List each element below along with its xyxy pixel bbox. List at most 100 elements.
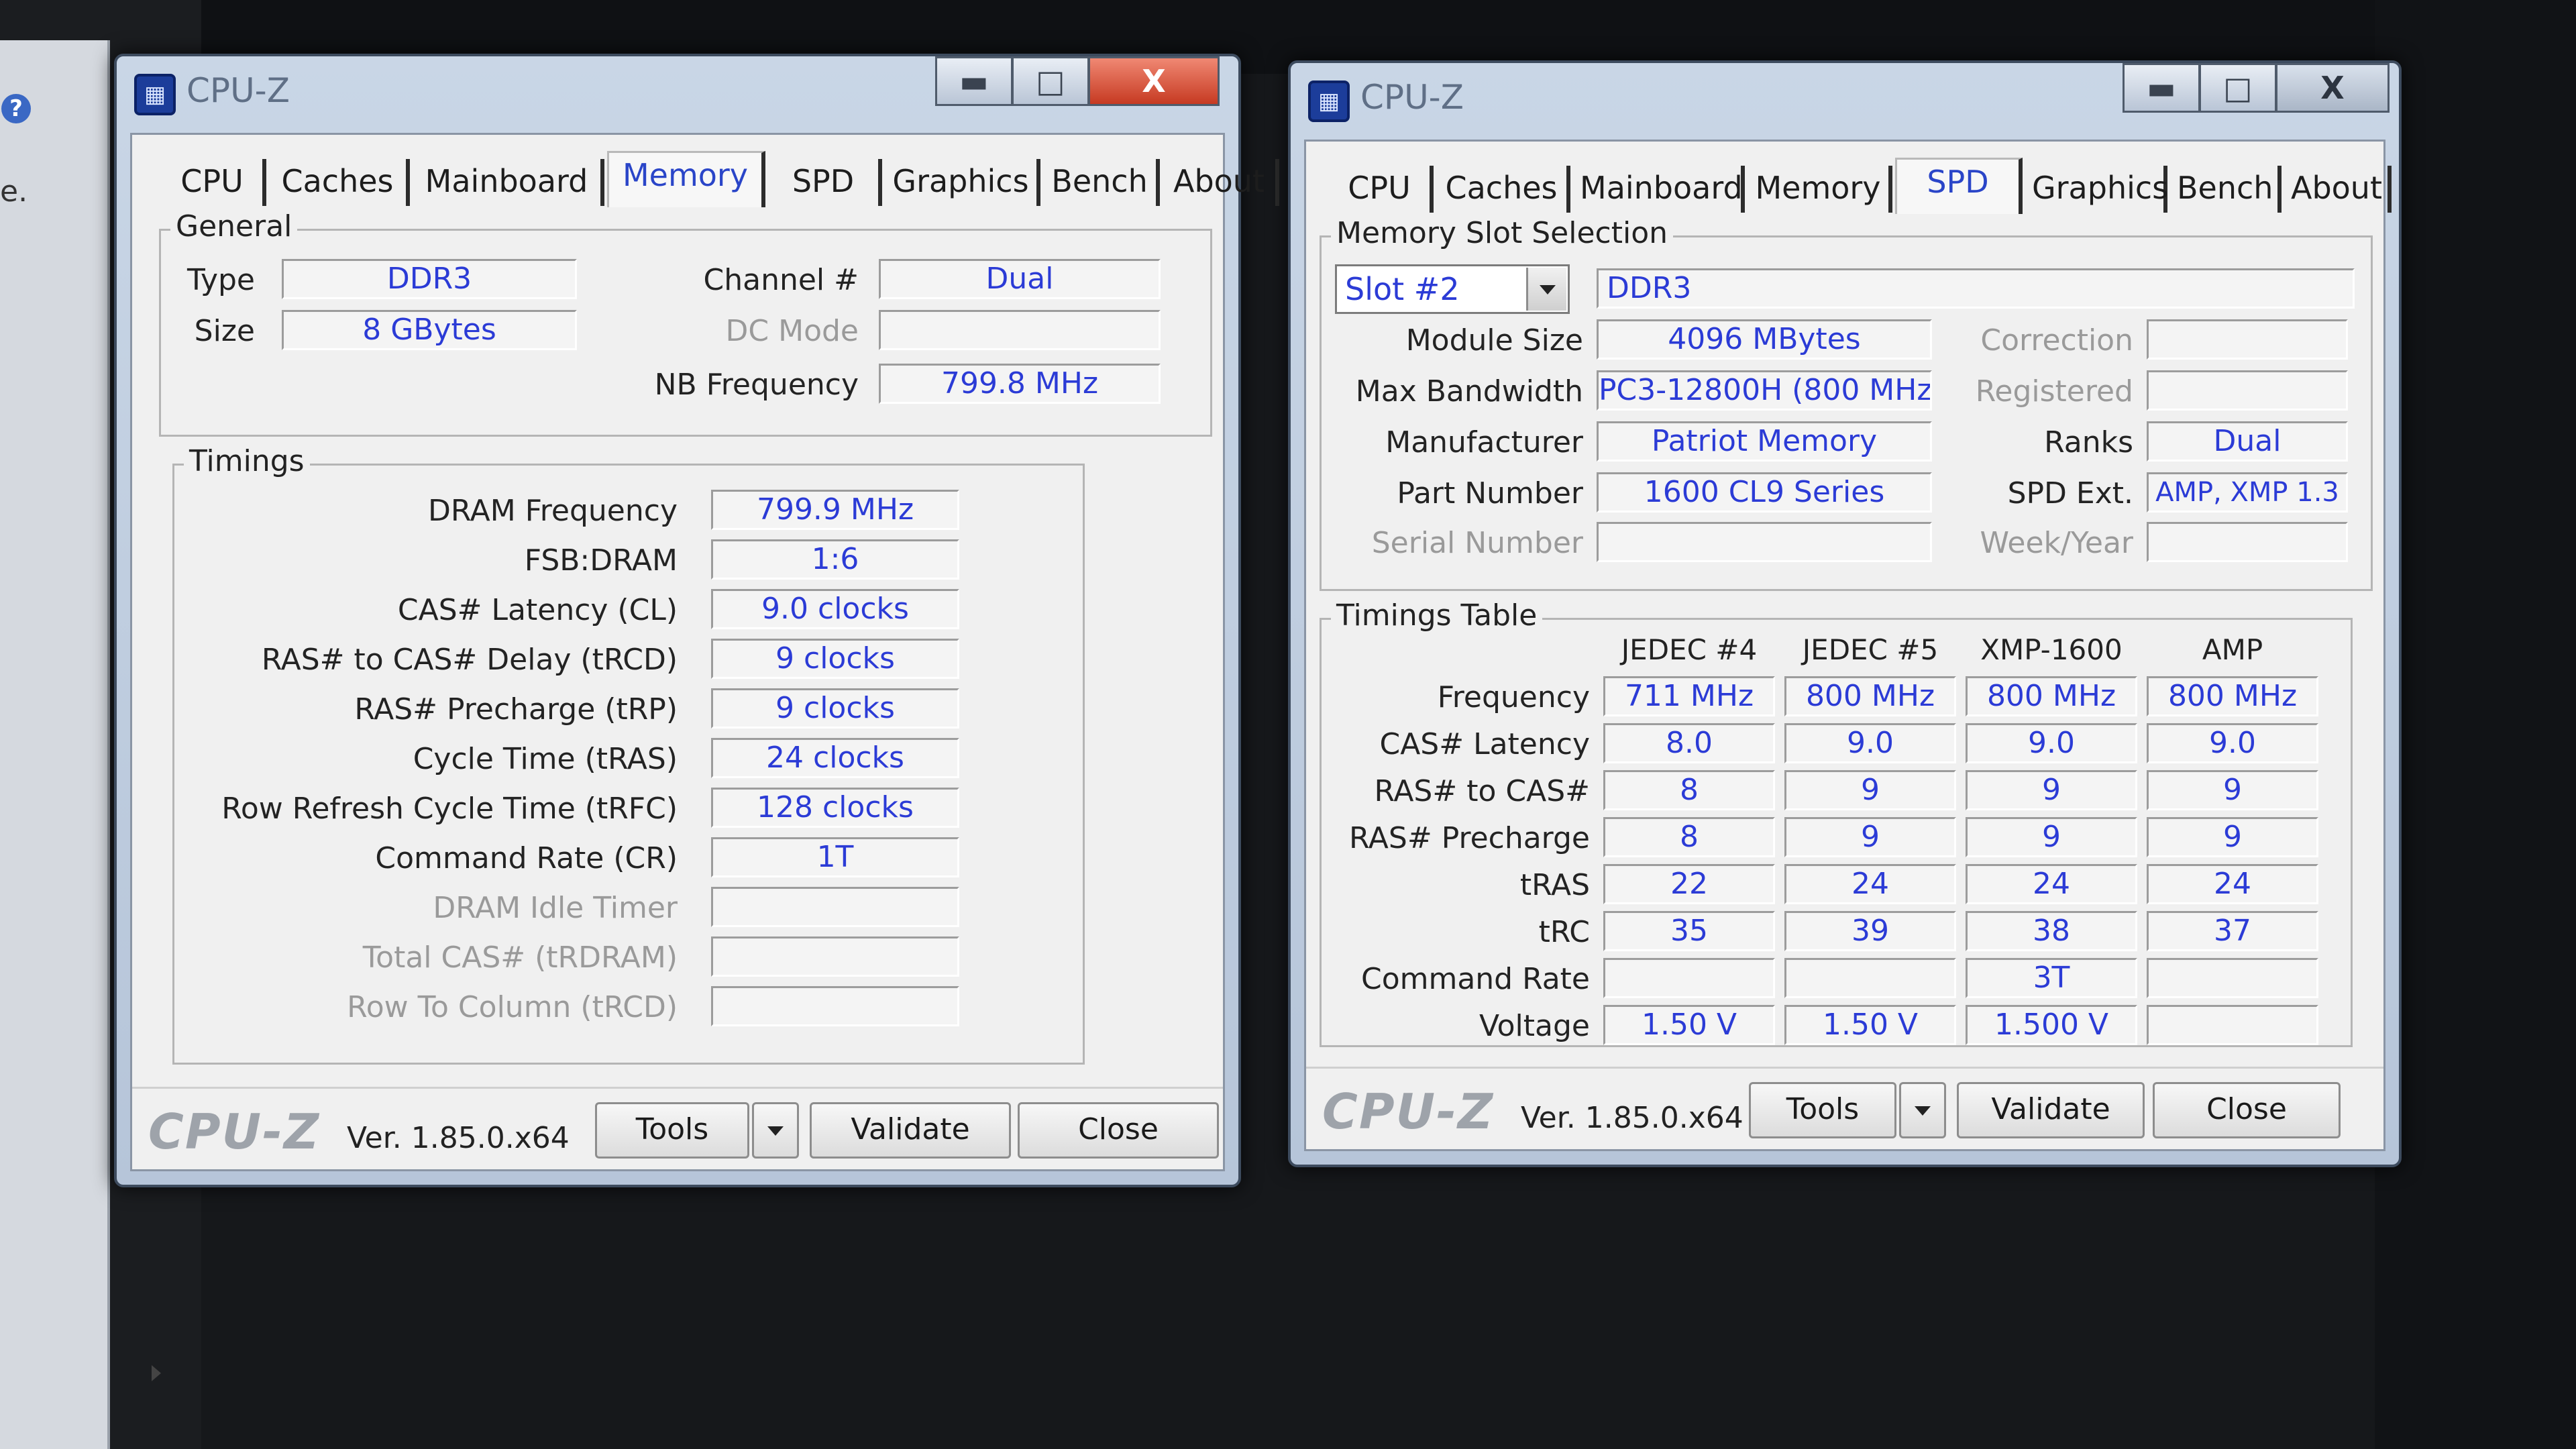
timing-table-label: CAS# Latency	[1379, 727, 1590, 761]
slot-select[interactable]: Slot #2	[1335, 264, 1570, 314]
timing-table-cell: 1.50 V	[1603, 1005, 1775, 1045]
timing-label: FSB:DRAM	[524, 543, 678, 578]
correction-label: Correction	[1980, 323, 2133, 358]
timing-table-cell: 38	[1966, 911, 2137, 951]
timing-value: 24 clocks	[711, 738, 959, 778]
timings-group-title: Timings	[184, 444, 310, 478]
cpuz-window-spd: ▦ CPU-Z ▬ □ X CPU Caches Mainboard Memor…	[1288, 60, 2402, 1167]
tab-memory[interactable]: Memory	[1748, 166, 1892, 213]
minimize-button[interactable]: ▬	[2123, 63, 2200, 113]
tab-bench[interactable]: Bench	[1043, 159, 1160, 206]
cpuz-app-icon: ▦	[1308, 80, 1350, 122]
timing-table-cell: 9.0	[1966, 723, 2137, 763]
timing-table-label: Frequency	[1437, 680, 1590, 714]
registered-label: Registered	[1975, 374, 2133, 409]
tab-graphics[interactable]: Graphics	[885, 159, 1040, 206]
tab-cpu[interactable]: CPU	[1329, 166, 1434, 213]
close-button[interactable]: Close	[2153, 1082, 2341, 1138]
timing-value: 9 clocks	[711, 688, 959, 729]
tab-cpu[interactable]: CPU	[162, 159, 266, 206]
title-bar[interactable]: ▦ CPU-Z ▬ □ X	[1291, 63, 2399, 137]
serial-number-label: Serial Number	[1371, 526, 1583, 560]
timing-label: Row Refresh Cycle Time (tRFC)	[221, 792, 678, 826]
spd-ext-label: SPD Ext.	[2007, 476, 2133, 511]
tab-spd[interactable]: SPD	[768, 159, 882, 206]
title-bar[interactable]: ▦ CPU-Z ▬ □ X	[117, 56, 1238, 130]
timing-table-cell: 1.500 V	[1966, 1005, 2137, 1045]
timing-table-cell: 9.0	[1784, 723, 1956, 763]
chevron-down-icon	[1915, 1106, 1931, 1116]
timing-table-cell: 9	[2147, 770, 2318, 810]
channel-label: Channel #	[703, 263, 859, 297]
slot-select-value: Slot #2	[1345, 271, 1460, 307]
timing-table-cell: 711 MHz	[1603, 676, 1775, 716]
timing-table-cell: 37	[2147, 911, 2318, 951]
footer-bar: CPU-Z Ver. 1.85.0.x64 Tools Validate Clo…	[132, 1087, 1223, 1169]
validate-button[interactable]: Validate	[1957, 1082, 2145, 1138]
tab-graphics[interactable]: Graphics	[2025, 166, 2168, 213]
column-header: JEDEC #5	[1802, 633, 1939, 666]
timing-table-cell: 24	[2147, 864, 2318, 904]
timing-table-label: Voltage	[1479, 1009, 1590, 1043]
tab-about[interactable]: About	[2284, 166, 2392, 213]
tab-spd[interactable]: SPD	[1895, 158, 2023, 214]
timing-value: 9.0 clocks	[711, 589, 959, 629]
cpuz-brand-logo: CPU-Z	[1322, 1083, 1495, 1140]
close-window-button[interactable]: X	[1088, 56, 1220, 106]
timing-table-cell: 3T	[1966, 958, 2137, 998]
tab-mainboard[interactable]: Mainboard	[413, 159, 604, 206]
timing-value: 1T	[711, 837, 959, 877]
nb-frequency-label: NB Frequency	[654, 368, 859, 402]
timing-label: Cycle Time (tRAS)	[413, 742, 678, 776]
timing-table-label: Command Rate	[1360, 962, 1590, 996]
channel-value: Dual	[879, 259, 1161, 299]
general-group: General Type DDR3 Size 8 GBytes Channel …	[159, 209, 1212, 437]
timing-table-cell: 8.0	[1603, 723, 1775, 763]
tools-dropdown-button[interactable]	[1899, 1082, 1946, 1138]
general-group-title: General	[170, 209, 298, 244]
tools-button[interactable]: Tools	[595, 1102, 749, 1159]
timing-table-cell: 800 MHz	[1966, 676, 2137, 716]
part-number-label: Part Number	[1397, 476, 1583, 511]
tools-dropdown-button[interactable]	[752, 1102, 799, 1159]
tab-bench[interactable]: Bench	[2170, 166, 2282, 213]
maximize-button[interactable]: □	[2199, 63, 2277, 113]
dc-mode-value	[879, 310, 1161, 350]
column-header: XMP-1600	[1980, 633, 2123, 666]
validate-button[interactable]: Validate	[810, 1102, 1011, 1159]
size-value: 8 GBytes	[282, 310, 577, 350]
spd-ext-value: AMP, XMP 1.3	[2147, 472, 2348, 513]
timing-table-cell: 8	[1603, 770, 1775, 810]
part-number-value: 1600 CL9 Series	[1597, 472, 1932, 513]
tab-memory[interactable]: Memory	[607, 151, 765, 207]
registered-value	[2147, 370, 2348, 411]
minimize-button[interactable]: ▬	[935, 56, 1013, 106]
type-value: DDR3	[282, 259, 577, 299]
tab-about[interactable]: About	[1163, 159, 1279, 206]
timing-table-cell	[1784, 958, 1956, 998]
tab-caches[interactable]: Caches	[1436, 166, 1570, 213]
timing-value	[711, 887, 959, 927]
slot-dropdown-button[interactable]	[1526, 268, 1566, 311]
timing-table-cell	[1603, 958, 1775, 998]
version-text: Ver. 1.85.0.x64	[347, 1121, 570, 1155]
ranks-value: Dual	[2147, 421, 2348, 462]
column-header: AMP	[2202, 633, 2263, 666]
timing-table-cell	[2147, 958, 2318, 998]
cpuz-window-memory: ▦ CPU-Z ▬ □ X CPU Caches Mainboard Memor…	[114, 54, 1279, 1187]
type-label: Type	[186, 263, 255, 297]
tools-button[interactable]: Tools	[1749, 1082, 1896, 1138]
close-button[interactable]: Close	[1018, 1102, 1219, 1159]
timing-table-cell: 9	[1784, 770, 1956, 810]
maximize-button[interactable]: □	[1012, 56, 1089, 106]
caret-right-icon	[152, 1365, 161, 1381]
timing-label: RAS# to CAS# Delay (tRCD)	[261, 643, 678, 677]
tab-mainboard[interactable]: Mainboard	[1573, 166, 1745, 213]
tab-caches[interactable]: Caches	[269, 159, 410, 206]
cpuz-brand-logo: CPU-Z	[148, 1104, 321, 1160]
help-icon[interactable]: ?	[1, 94, 31, 123]
timing-value	[711, 986, 959, 1026]
close-window-button[interactable]: X	[2275, 63, 2390, 113]
timing-label: DRAM Idle Timer	[433, 891, 678, 925]
timing-value: 9 clocks	[711, 639, 959, 679]
